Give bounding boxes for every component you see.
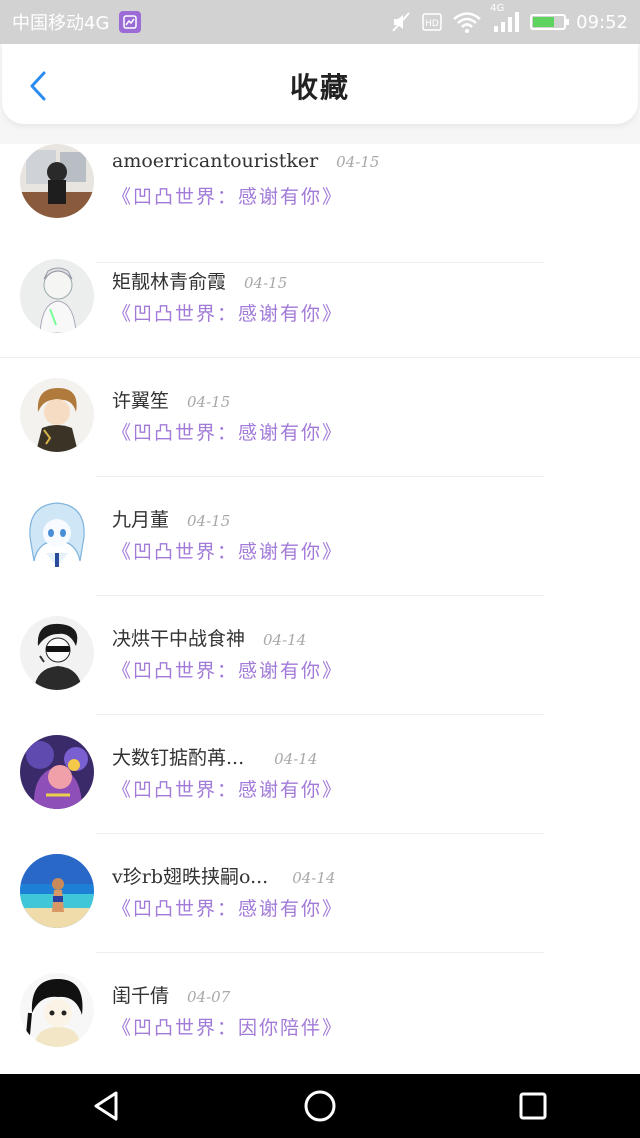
- item-header: amoerricantouristker 04-15: [112, 150, 379, 172]
- item-header: 决烘干中战食神 04-14: [112, 624, 306, 651]
- wifi-icon: [452, 11, 482, 33]
- back-triangle-icon: [94, 1091, 118, 1121]
- status-bar-left: 中国移动4G: [12, 9, 142, 35]
- user-name: 决烘干中战食神: [112, 628, 246, 650]
- list-item[interactable]: 九月董 04-15 《凹凸世界：感谢有你》: [0, 477, 640, 596]
- item-date: 04-15: [244, 274, 288, 292]
- user-name: 九月董: [112, 509, 170, 531]
- item-date: 04-14: [263, 631, 307, 649]
- work-title-link[interactable]: 《凹凸世界：感谢有你》: [112, 537, 343, 564]
- nav-back-button[interactable]: [77, 1076, 137, 1136]
- signal-icon: 4G: [490, 3, 520, 33]
- list-item[interactable]: 大数钉掂酌苒... 04-14 《凹凸世界：感谢有你》: [0, 715, 640, 834]
- page-title: 收藏: [289, 71, 350, 104]
- carrier-label: 中国移动4G: [12, 13, 110, 34]
- avatar[interactable]: [20, 259, 94, 333]
- list-item[interactable]: amoerricantouristker 04-15 《凹凸世界：感谢有你》: [0, 144, 640, 263]
- network-type-label: 4G: [490, 3, 505, 14]
- item-header: 闺千倩 04-07: [112, 981, 230, 1008]
- list-item[interactable]: 闺千倩 04-07 《凹凸世界：因你陪伴》: [0, 953, 640, 1072]
- mute-icon: [390, 11, 412, 33]
- user-name: 大数钉掂酌苒...: [112, 747, 245, 769]
- list-item[interactable]: 矩靓林青俞霞 04-15 《凹凸世界：感谢有你》: [0, 239, 640, 358]
- avatar[interactable]: [20, 735, 94, 809]
- item-date: 04-15: [187, 393, 231, 411]
- battery-icon: [530, 14, 570, 30]
- list-item[interactable]: 许翼笙 04-15 《凹凸世界：感谢有你》: [0, 358, 640, 477]
- user-name: 闺千倩: [112, 985, 170, 1007]
- item-header: 九月董 04-15: [112, 505, 230, 532]
- avatar[interactable]: [20, 854, 94, 928]
- user-name: 矩靓林青俞霞: [112, 271, 227, 293]
- user-name: v珍rb翅昳挟嗣o...: [112, 866, 269, 888]
- item-header: v珍rb翅昳挟嗣o... 04-14: [112, 862, 335, 889]
- work-title-link[interactable]: 《凹凸世界：感谢有你》: [112, 775, 343, 802]
- item-date: 04-14: [274, 750, 318, 768]
- list-item[interactable]: v珍rb翅昳挟嗣o... 04-14 《凹凸世界：感谢有你》: [0, 834, 640, 953]
- user-name: 许翼笙: [112, 390, 170, 412]
- avatar[interactable]: [20, 378, 94, 452]
- item-date: 04-07: [187, 988, 231, 1006]
- item-header: 许翼笙 04-15: [112, 386, 230, 413]
- item-date: 04-15: [187, 512, 231, 530]
- nav-recents-button[interactable]: [503, 1076, 563, 1136]
- header-card: 收藏: [2, 44, 638, 124]
- app-header: 收藏: [0, 44, 640, 144]
- work-title-link[interactable]: 《凹凸世界：感谢有你》: [112, 894, 343, 921]
- avatar[interactable]: [20, 497, 94, 571]
- svg-text:HD: HD: [425, 19, 439, 29]
- nav-home-button[interactable]: [290, 1076, 350, 1136]
- item-header: 矩靓林青俞霞 04-15: [112, 267, 287, 294]
- status-bar: 中国移动4G HD 4G 09:52: [0, 0, 640, 44]
- item-date: 04-15: [336, 153, 380, 171]
- work-title-link[interactable]: 《凹凸世界：感谢有你》: [112, 182, 343, 209]
- home-circle-icon: [304, 1090, 336, 1122]
- status-bar-right: HD 4G 09:52: [390, 3, 628, 33]
- item-date: 04-14: [292, 869, 336, 887]
- item-header: 大数钉掂酌苒... 04-14: [112, 743, 317, 770]
- avatar[interactable]: [20, 616, 94, 690]
- work-title-link[interactable]: 《凹凸世界：因你陪伴》: [112, 1013, 343, 1040]
- system-nav-bar: [0, 1074, 640, 1138]
- clock: 09:52: [576, 11, 628, 33]
- work-title-link[interactable]: 《凹凸世界：感谢有你》: [112, 299, 343, 326]
- avatar[interactable]: [20, 144, 94, 218]
- list-item[interactable]: 决烘干中战食神 04-14 《凹凸世界：感谢有你》: [0, 596, 640, 715]
- recents-square-icon: [519, 1092, 547, 1120]
- work-title-link[interactable]: 《凹凸世界：感谢有你》: [112, 418, 343, 445]
- hd-icon: HD: [422, 13, 442, 31]
- user-name: amoerricantouristker: [112, 150, 319, 172]
- app-notification-icon: [119, 11, 142, 33]
- avatar[interactable]: [20, 973, 94, 1047]
- work-title-link[interactable]: 《凹凸世界：感谢有你》: [112, 656, 343, 683]
- favorites-list: amoerricantouristker 04-15 《凹凸世界：感谢有你》 矩…: [0, 144, 640, 1074]
